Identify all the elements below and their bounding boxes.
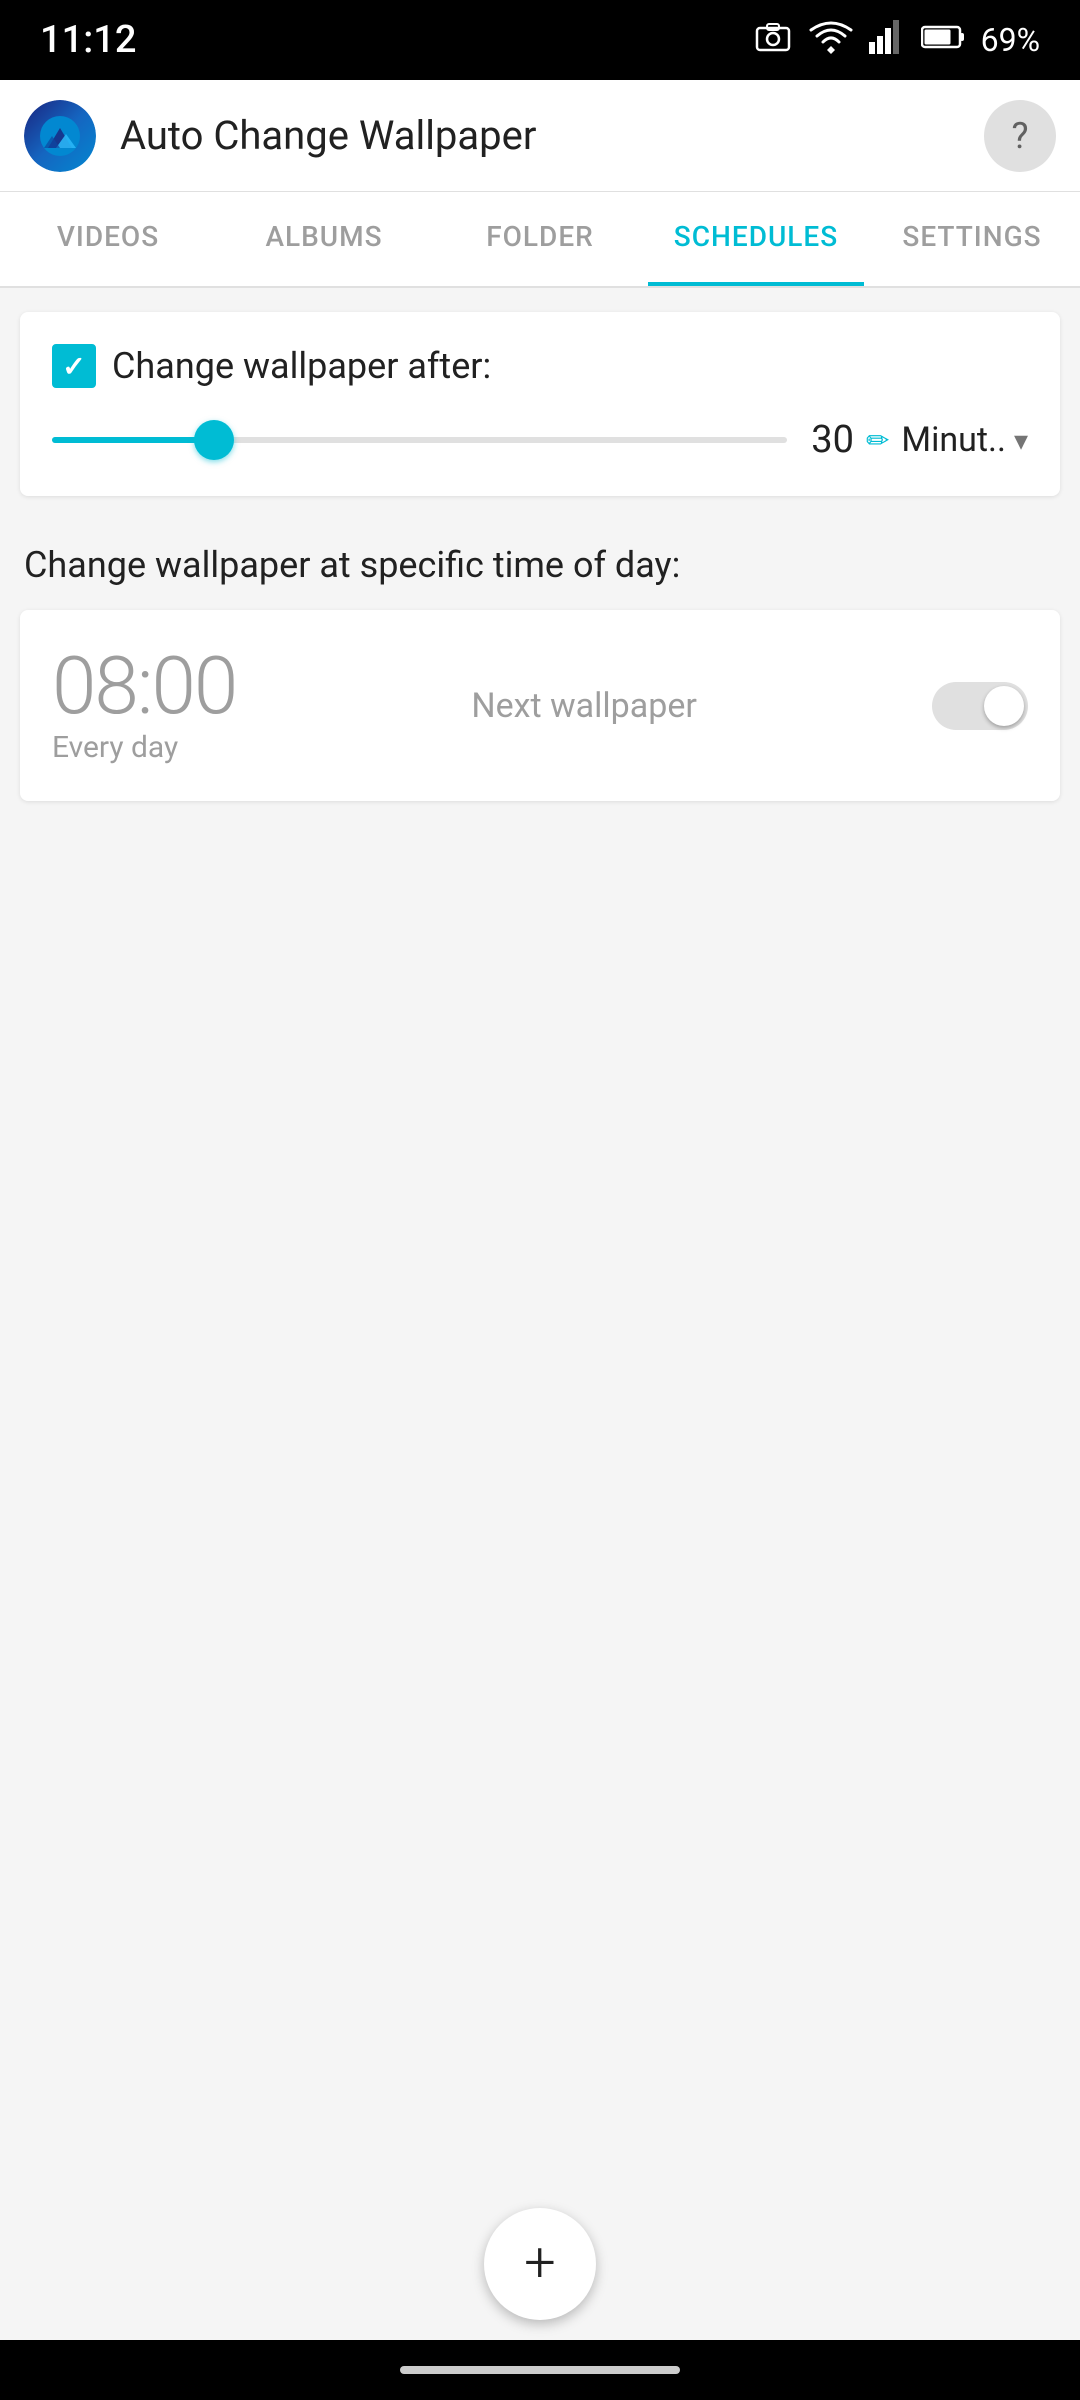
status-time: 11:12 bbox=[40, 18, 136, 62]
tab-schedules[interactable]: SCHEDULES bbox=[648, 192, 864, 286]
status-icons: 69% bbox=[753, 18, 1040, 62]
edit-icon[interactable]: ✏ bbox=[866, 424, 889, 457]
schedule-action: Next wallpaper bbox=[260, 686, 908, 726]
mountain-icon bbox=[40, 116, 80, 156]
schedule-card[interactable]: 08:00 Every day Next wallpaper bbox=[20, 610, 1060, 801]
schedule-time: 08:00 bbox=[52, 646, 236, 726]
card-header: ✓ Change wallpaper after: bbox=[52, 344, 1028, 388]
add-icon: + bbox=[524, 2234, 556, 2290]
change-after-label: Change wallpaper after: bbox=[112, 345, 491, 387]
battery-icon bbox=[921, 21, 965, 59]
main-content: ✓ Change wallpaper after: 30 ✏ Minut.. ▾ bbox=[0, 288, 1080, 2400]
change-after-checkbox[interactable]: ✓ bbox=[52, 344, 96, 388]
slider-container[interactable] bbox=[52, 416, 787, 464]
nav-bar bbox=[0, 2340, 1080, 2400]
slider-row: 30 ✏ Minut.. ▾ bbox=[52, 416, 1028, 464]
toggle-knob bbox=[984, 686, 1024, 726]
signal-icon bbox=[869, 18, 905, 62]
schedule-toggle[interactable] bbox=[932, 682, 1028, 730]
status-bar: 11:12 bbox=[0, 0, 1080, 80]
wifi-icon bbox=[809, 18, 853, 62]
nav-indicator bbox=[400, 2366, 680, 2374]
tabs-bar: VIDEOS ALBUMS FOLDER SCHEDULES SETTINGS bbox=[0, 192, 1080, 288]
tab-settings[interactable]: SETTINGS bbox=[864, 192, 1080, 286]
help-button[interactable]: ? bbox=[984, 100, 1056, 172]
camera-indicator-icon bbox=[753, 20, 793, 60]
specific-time-label: Change wallpaper at specific time of day… bbox=[20, 528, 1060, 610]
slider-fill bbox=[52, 437, 214, 443]
app-bar: Auto Change Wallpaper ? bbox=[0, 80, 1080, 192]
help-icon: ? bbox=[1011, 115, 1028, 157]
schedule-time-block: 08:00 Every day bbox=[52, 646, 236, 765]
unit-text: Minut.. bbox=[901, 420, 1006, 460]
check-icon: ✓ bbox=[62, 350, 85, 383]
app-icon bbox=[24, 100, 96, 172]
battery-percent: 69% bbox=[981, 21, 1040, 59]
schedule-action-text: Next wallpaper bbox=[471, 686, 697, 726]
tab-videos[interactable]: VIDEOS bbox=[0, 192, 216, 286]
slider-value-container: 30 ✏ Minut.. ▾ bbox=[811, 418, 1028, 462]
dropdown-arrow-icon: ▾ bbox=[1014, 424, 1028, 457]
add-schedule-fab[interactable]: + bbox=[484, 2208, 596, 2320]
slider-track bbox=[52, 437, 787, 443]
unit-selector[interactable]: Minut.. ▾ bbox=[901, 420, 1028, 460]
slider-thumb[interactable] bbox=[194, 420, 234, 460]
tab-folder[interactable]: FOLDER bbox=[432, 192, 648, 286]
change-after-card: ✓ Change wallpaper after: 30 ✏ Minut.. ▾ bbox=[20, 312, 1060, 496]
tab-albums[interactable]: ALBUMS bbox=[216, 192, 432, 286]
slider-value: 30 bbox=[811, 418, 854, 462]
app-title: Auto Change Wallpaper bbox=[120, 112, 960, 159]
schedule-days: Every day bbox=[52, 730, 236, 765]
